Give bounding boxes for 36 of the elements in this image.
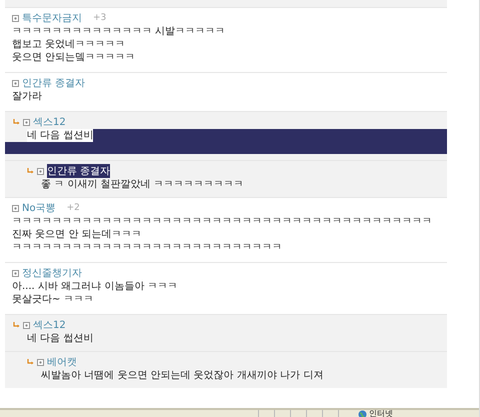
comment-text: 잘가라 [12, 90, 43, 103]
comment-text: 웃으면 안되는뎈ㅋㅋㅋㅋㅋ [12, 51, 136, 64]
reply-arrow-icon [13, 119, 20, 125]
comment-text: 네 다음 썹션비 [27, 129, 94, 142]
globe-icon [358, 410, 367, 417]
member-icon [12, 14, 19, 22]
author-name[interactable]: 섹스12 [33, 318, 66, 332]
comment-text: 네 다음 썹션비 [27, 332, 94, 345]
comment-text: ㅋㅋㅋㅋㅋㅋㅋㅋㅋㅋㅋㅋㅋㅋㅋㅋㅋㅋㅋㅋㅋㅋㅋㅋㅋㅋㅋㅋㅋㅋㅋㅋㅋㅋㅋㅋㅋㅋㅋㅋㅋㅋ 진짜 웃으면 안 되는데ㅋㅋㅋ [12, 215, 433, 241]
member-icon [37, 358, 44, 366]
comment-text: ㅋㅋㅋㅋㅋㅋㅋㅋㅋㅋㅋㅋㅋㅋㅋㅋㅋㅋㅋㅋㅋㅋㅋㅋㅋㅋㅋ [12, 241, 283, 254]
author-name[interactable]: 인간류 종결자 [22, 76, 86, 90]
author-name[interactable]: No국뽕 [22, 201, 56, 215]
comment-text: ㅋㅋㅋㅋㅋㅋㅋㅋㅋㅋㅋㅋㅋㅋ 시발ㅋㅋㅋㅋㅋ [12, 25, 226, 38]
author-name[interactable]: 인간류 종결자 [47, 164, 110, 178]
comment-text: 아.... 시바 왜그러냐 이놈들아 ㅋㅋㅋ [12, 280, 178, 293]
comment-text: 씨발놈아 너땜에 웃으면 안되는데 웃었잖아 개새끼야 나가 디져 [41, 369, 324, 382]
security-zone: 인터넷 [369, 410, 393, 417]
reply-arrow-icon [27, 359, 34, 365]
member-icon [23, 118, 30, 126]
reply-arrow-icon [27, 168, 34, 174]
comment-text: 햅보고 웃었네ㅋㅋㅋㅋㅋ [12, 38, 126, 51]
member-icon [12, 204, 19, 212]
member-icon [37, 168, 44, 174]
reply-arrow-icon [13, 322, 20, 328]
author-name[interactable]: 정신줄챙기자 [22, 266, 82, 280]
member-icon [23, 322, 30, 328]
vote-count: +2 [66, 203, 80, 213]
author-name[interactable]: 특수문자금지 [22, 11, 82, 25]
member-icon [12, 270, 19, 276]
member-icon [12, 80, 19, 86]
author-name[interactable]: 섹스12 [33, 115, 66, 129]
author-name[interactable]: 베어캣 [47, 355, 77, 369]
vote-count: +3 [93, 13, 106, 23]
comment-text: 못살긋다~ ㅋㅋㅋ [12, 293, 95, 306]
comment-text: 좋 ㅋ 이새끼 철판깔았네 ㅋㅋㅋㅋㅋㅋㅋㅋㅋ [41, 178, 245, 191]
